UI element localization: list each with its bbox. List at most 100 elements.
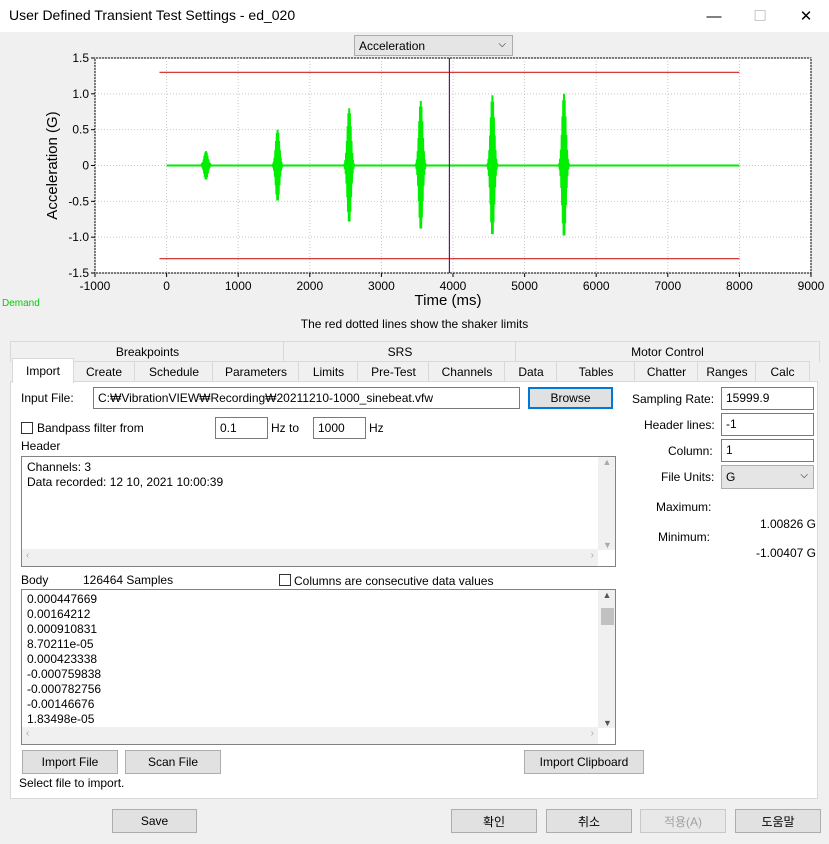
body-line: 8.70211e-05 — [27, 637, 94, 651]
scroll-right-icon: › — [590, 550, 594, 561]
body-line: 0.000423338 — [27, 652, 98, 666]
sampling-rate-field[interactable]: 15999.9 — [721, 387, 814, 410]
x-tick-label: 8000 — [726, 279, 753, 293]
body-hscroll[interactable]: ‹ › — [22, 727, 598, 744]
tab-motor-control[interactable]: Motor Control — [515, 341, 820, 362]
tab-label: Chatter — [646, 365, 687, 379]
scan-file-button[interactable]: Scan File — [125, 750, 221, 774]
tab-label: Ranges — [706, 365, 748, 379]
consecutive-checkbox[interactable] — [279, 574, 291, 586]
maximize-button[interactable]: ☐ — [737, 0, 783, 32]
status-text: Select file to import. — [19, 776, 125, 790]
tab-pre-test[interactable]: Pre-Test — [357, 361, 430, 383]
maximum-value: 1.00826 G — [759, 517, 816, 531]
tab-schedule[interactable]: Schedule — [134, 361, 214, 383]
button-label: 적용(A) — [663, 814, 703, 829]
browse-label: Browse — [550, 391, 591, 405]
y-tick-label: -1.0 — [68, 230, 89, 244]
header-vscroll[interactable]: ▲ ▼ — [598, 457, 615, 550]
x-tick-label: 5000 — [511, 279, 538, 293]
tab-data[interactable]: Data — [504, 361, 558, 383]
scroll-down-icon: ▼ — [603, 718, 612, 728]
scroll-right-icon: › — [590, 728, 594, 739]
header-line: Channels: 3 — [27, 460, 92, 474]
header-hscroll[interactable]: ‹ › — [22, 549, 598, 566]
ok-button[interactable]: 확인 — [451, 809, 537, 833]
bandpass-checkbox[interactable] — [21, 422, 33, 434]
sine-burst-fill — [275, 138, 281, 193]
scroll-thumb[interactable] — [601, 608, 614, 625]
column-label: Column: — [668, 444, 713, 458]
consecutive-label: Columns are consecutive data values — [294, 574, 494, 588]
tab-channels[interactable]: Channels — [428, 361, 506, 383]
tab-parameters[interactable]: Parameters — [212, 361, 300, 383]
save-button[interactable]: Save — [112, 809, 197, 833]
button-label: 도움말 — [761, 814, 795, 829]
samples-count: 126464 Samples — [83, 573, 174, 587]
sine-burst-fill — [418, 117, 424, 214]
y-tick-label: -1.5 — [68, 266, 89, 280]
tab-label: Limits — [312, 365, 345, 379]
scroll-down-icon: ▼ — [603, 540, 612, 550]
tab-create[interactable]: Create — [72, 361, 136, 383]
sampling-rate-label: Sampling Rate: — [632, 392, 715, 406]
button-label: Import File — [41, 755, 99, 769]
column-field[interactable]: 1 — [721, 439, 814, 462]
body-line: 0.000910831 — [27, 622, 98, 636]
x-axis-label: Time (ms) — [415, 292, 482, 309]
input-file-label: Input File: — [21, 391, 74, 405]
body-textbox[interactable]: 0.000447669 0.00164212 0.000910831 8.70211e… — [21, 589, 616, 745]
tab-label: Motor Control — [631, 345, 704, 359]
minimum-value: -1.00407 G — [755, 546, 816, 560]
close-button[interactable]: ✕ — [783, 0, 829, 32]
tab-calc[interactable]: Calc — [755, 361, 810, 383]
y-tick-label: 0 — [82, 159, 89, 173]
x-tick-label: -1000 — [80, 279, 111, 293]
file-units-label: File Units: — [661, 470, 715, 484]
tab-tables[interactable]: Tables — [556, 361, 636, 383]
close-icon: ✕ — [799, 8, 813, 25]
body-line: -0.000782756 — [27, 682, 102, 696]
y-tick-label: -0.5 — [68, 194, 89, 208]
import-file-button[interactable]: Import File — [22, 750, 118, 774]
tab-srs[interactable]: SRS — [283, 341, 517, 362]
x-tick-label: 4000 — [440, 279, 467, 293]
body-line: 0.00164212 — [27, 607, 91, 621]
y-tick-label: 1.5 — [72, 51, 89, 65]
button-label: 취소 — [577, 814, 601, 829]
minimize-button[interactable]: — — [691, 0, 737, 32]
tab-label: Create — [85, 365, 123, 379]
cancel-button[interactable]: 취소 — [546, 809, 632, 833]
header-lines-field[interactable]: -1 — [721, 413, 814, 436]
tab-label: Schedule — [148, 365, 200, 379]
body-line: -0.000759838 — [27, 667, 102, 681]
bandpass-from-field[interactable]: 0.1 — [215, 417, 268, 439]
bandpass-to-field[interactable]: 1000 — [313, 417, 366, 439]
browse-button[interactable]: Browse — [528, 387, 613, 409]
body-vscroll[interactable]: ▲ ▼ — [598, 590, 615, 728]
tab-import[interactable]: Import — [12, 358, 74, 383]
tab-limits[interactable]: Limits — [298, 361, 359, 383]
tab-ranges[interactable]: Ranges — [697, 361, 757, 383]
body-line: 1.83498e-05 — [27, 712, 95, 726]
tab-chatter[interactable]: Chatter — [634, 361, 699, 383]
apply-button[interactable]: 적용(A) — [640, 809, 726, 833]
header-lines-label: Header lines: — [644, 418, 715, 432]
scroll-left-icon: ‹ — [26, 550, 30, 561]
x-tick-label: 2000 — [296, 279, 323, 293]
header-textbox[interactable]: Channels: 3 Data recorded: 12 10, 2021 1… — [21, 456, 616, 567]
x-tick-label: 3000 — [368, 279, 395, 293]
button-label: 확인 — [482, 814, 506, 829]
tab-label: Parameters — [224, 365, 288, 379]
bandpass-label: Bandpass filter from — [37, 421, 144, 435]
tab-label: SRS — [387, 345, 413, 359]
scroll-up-icon: ▲ — [602, 590, 612, 600]
hz-label: Hz — [369, 421, 384, 435]
help-button[interactable]: 도움말 — [735, 809, 821, 833]
body-label: Body — [21, 573, 49, 587]
file-units-select[interactable]: G ⌵ — [721, 465, 814, 489]
input-file-field[interactable]: C:₩VibrationVIEW₩Recording₩20211210-1000… — [93, 387, 520, 409]
x-tick-label: 7000 — [654, 279, 681, 293]
import-clipboard-button[interactable]: Import Clipboard — [524, 750, 644, 774]
y-axis-label: Acceleration (G) — [44, 111, 61, 219]
